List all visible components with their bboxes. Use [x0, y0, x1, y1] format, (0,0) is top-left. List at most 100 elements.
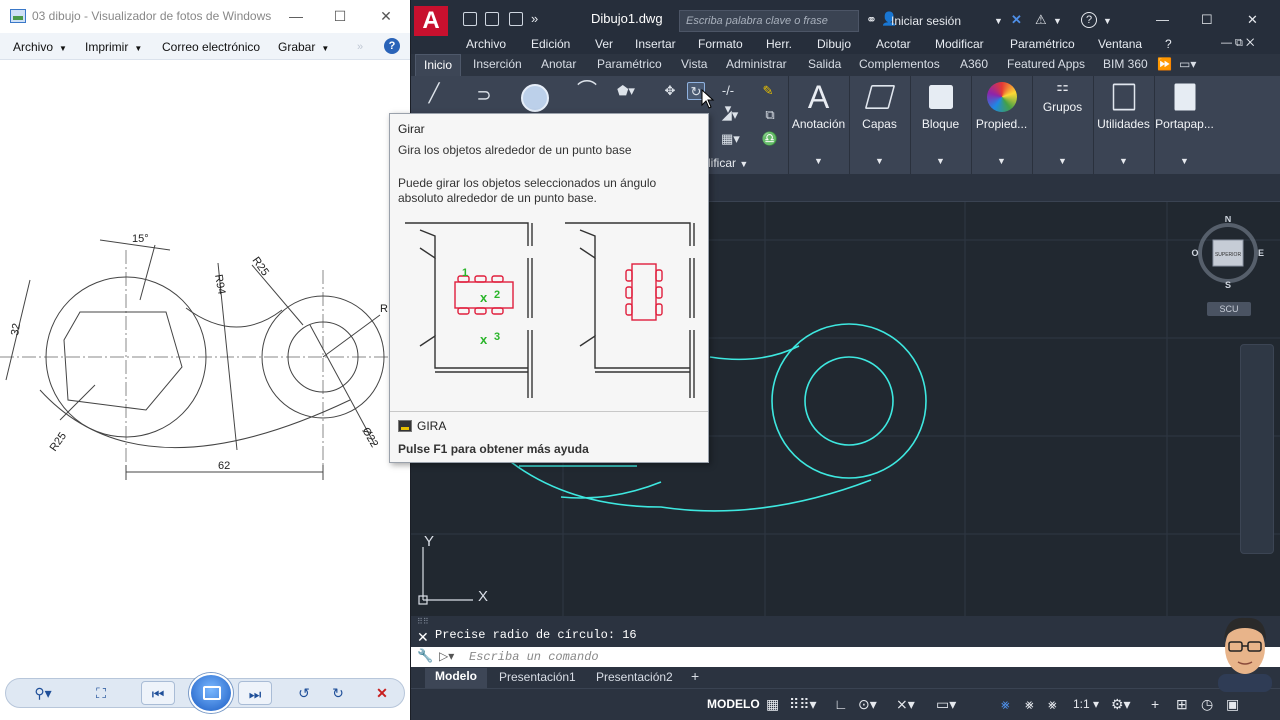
tab-complementos[interactable]: Complementos	[859, 57, 940, 71]
fullscreen-icon[interactable]: ▣	[1226, 696, 1239, 713]
annotation-visibility-icon[interactable]: ⨳	[1001, 696, 1010, 713]
chevron-down-icon[interactable]: ▼	[994, 16, 1003, 26]
close-icon[interactable]: ✕	[417, 629, 429, 646]
tab-vista[interactable]: Vista	[681, 57, 707, 71]
open-folder-icon[interactable]	[485, 12, 499, 26]
panel-propiedades[interactable]: Propied... ▼	[971, 76, 1031, 174]
tab-insercion[interactable]: Inserción	[473, 57, 522, 71]
menu-herr[interactable]: Herr.	[766, 37, 792, 51]
slideshow-button[interactable]	[189, 673, 233, 713]
delete-icon[interactable]: ✕	[367, 679, 397, 707]
command-input[interactable]	[469, 649, 1199, 665]
scale-selector[interactable]: 1:1 ▾	[1073, 697, 1099, 711]
menu-grabar[interactable]: Grabar ▼	[278, 40, 329, 54]
panel-grupos[interactable]: ⚏ Grupos ▼	[1032, 76, 1092, 174]
panel-bloque[interactable]: Bloque ▼	[910, 76, 970, 174]
menu-acotar[interactable]: Acotar	[876, 37, 911, 51]
menu-correo[interactable]: Correo electrónico	[162, 40, 260, 54]
chevron-down-icon[interactable]: ▼	[1053, 16, 1062, 26]
menu-modificar[interactable]: Modificar	[935, 37, 984, 51]
command-prompt-icon[interactable]: ▷▾	[439, 649, 454, 663]
menu-ventana[interactable]: Ventana	[1098, 37, 1142, 51]
more-icon[interactable]: »	[357, 41, 363, 53]
move-tool-icon[interactable]: ✥	[661, 82, 679, 100]
binoculars-icon[interactable]: ⚭	[866, 12, 877, 28]
object-snap-icon[interactable]: ▭▾	[936, 696, 956, 713]
rotate-left-icon[interactable]: ↺	[289, 679, 319, 707]
chevron-down-icon[interactable]: ▼	[1103, 16, 1112, 26]
new-file-icon[interactable]	[463, 12, 477, 26]
tab-anotar[interactable]: Anotar	[541, 57, 576, 71]
snap-icon[interactable]: ⠿⠿▾	[789, 696, 817, 713]
exchange-icon[interactable]: ✕	[1011, 12, 1022, 28]
grip-icon[interactable]: ⠿⠿	[417, 617, 429, 626]
tab-a360[interactable]: A360	[960, 57, 988, 71]
line-tool-icon[interactable]: ╱	[425, 84, 443, 102]
ribbon-options-icon[interactable]: ▭▾	[1179, 57, 1196, 71]
zoom-icon[interactable]: ⚲▾	[28, 679, 58, 707]
tab-parametrico[interactable]: Paramétrico	[597, 57, 662, 71]
array-tool-icon[interactable]: ▦▾	[721, 130, 740, 148]
maximize-icon[interactable]: ☐	[1201, 12, 1213, 28]
shape-tool-icon[interactable]: ⬟▾	[617, 82, 635, 100]
menu-help[interactable]: ?	[1165, 37, 1172, 51]
doc-window-controls[interactable]: — ⧉ ✕	[1221, 37, 1254, 50]
triangle-icon[interactable]: ⚠	[1035, 12, 1047, 28]
minimize-icon[interactable]: —	[1156, 12, 1169, 27]
tab-inicio[interactable]: Inicio	[415, 54, 462, 76]
fillet-tool-icon[interactable]: ◢▾	[721, 106, 739, 124]
tab-presentacion1[interactable]: Presentación1	[499, 670, 576, 684]
previous-icon[interactable]: ⏮	[141, 681, 175, 705]
more-tabs-icon[interactable]: ⏩	[1157, 57, 1172, 71]
menu-formato[interactable]: Formato	[698, 37, 743, 51]
circle-tool-icon[interactable]	[521, 84, 549, 112]
menu-archivo[interactable]: Archivo ▼	[13, 40, 67, 54]
layer-tool-icon[interactable]: ⧉	[761, 106, 779, 124]
gear-icon[interactable]: ⚙▾	[1111, 696, 1131, 713]
tab-administrar[interactable]: Administrar	[726, 57, 787, 71]
tab-featured-apps[interactable]: Featured Apps	[1007, 57, 1085, 71]
match-tool-icon[interactable]: ♎	[761, 130, 779, 148]
plus-icon[interactable]: +	[1151, 696, 1159, 712]
panel-modificar-label[interactable]: dificar ▼	[704, 156, 748, 170]
autocad-logo[interactable]: A	[414, 6, 448, 36]
maximize-icon[interactable]: ☐	[320, 4, 360, 28]
model-space-button[interactable]: MODELO	[707, 697, 760, 711]
brush-tool-icon[interactable]: ✎	[759, 82, 777, 100]
viewcube[interactable]: SUPERIOR N S E O	[1191, 216, 1265, 290]
close-icon[interactable]: ✕	[1247, 12, 1258, 28]
ortho-icon[interactable]: ∟	[834, 696, 848, 712]
auto-scale-icon[interactable]: ⨳	[1025, 696, 1034, 713]
panel-anotacion[interactable]: A Anotación ▼	[788, 76, 848, 174]
annotation-scale-icon[interactable]: ⨳	[1048, 696, 1057, 713]
menu-dibujo[interactable]: Dibujo	[817, 37, 851, 51]
menu-imprimir[interactable]: Imprimir ▼	[85, 40, 142, 54]
menu-ver[interactable]: Ver	[595, 37, 613, 51]
tab-bim360[interactable]: BIM 360	[1103, 57, 1148, 71]
next-icon[interactable]: ⏭	[238, 681, 272, 705]
search-input[interactable]: Escriba palabra clave o frase	[679, 10, 859, 32]
tab-modelo[interactable]: Modelo	[425, 668, 487, 688]
grid-icon[interactable]: ▦	[766, 696, 779, 713]
tab-presentacion2[interactable]: Presentación2	[596, 670, 673, 684]
polyline-tool-icon[interactable]: ⊃	[475, 86, 493, 104]
isodraft-icon[interactable]: ⨯▾	[896, 696, 915, 713]
isolate-icon[interactable]: ⊞	[1176, 696, 1188, 713]
help-icon[interactable]: ?	[384, 38, 400, 54]
ucs-menu-button[interactable]: SCU	[1207, 302, 1251, 316]
tab-salida[interactable]: Salida	[808, 57, 841, 71]
panel-portapapeles[interactable]: Portapap... ▼	[1154, 76, 1214, 174]
hardware-accel-icon[interactable]: ◷	[1201, 696, 1213, 713]
menu-archivo[interactable]: Archivo	[466, 37, 506, 51]
menu-edicion[interactable]: Edición	[531, 37, 570, 51]
add-layout-button[interactable]: +	[691, 668, 699, 684]
close-icon[interactable]: ✕	[366, 4, 406, 28]
wrench-icon[interactable]: 🔧	[417, 648, 433, 664]
navigation-bar[interactable]	[1240, 344, 1274, 554]
arc-tool-icon[interactable]: ⌒	[577, 81, 597, 101]
more-icon[interactable]: »	[531, 11, 538, 26]
trim-tool-icon[interactable]: -/-▾	[719, 82, 737, 116]
menu-insertar[interactable]: Insertar	[635, 37, 676, 51]
panel-capas[interactable]: Capas ▼	[849, 76, 909, 174]
panel-utilidades[interactable]: Utilidades ▼	[1093, 76, 1153, 174]
